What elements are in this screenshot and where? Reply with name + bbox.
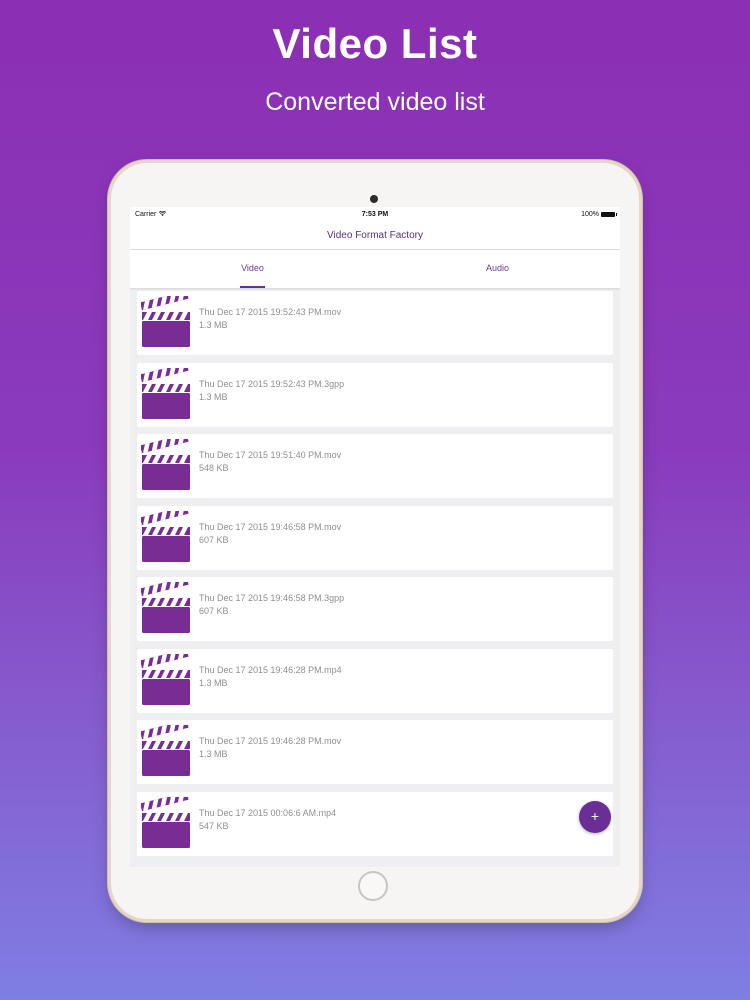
- video-file-size: 1.3 MB: [199, 749, 228, 759]
- app-screen: Carrier 7:53 PM 100% Video Format Factor…: [130, 207, 620, 867]
- home-button[interactable]: [358, 871, 388, 901]
- video-file-name: Thu Dec 17 2015 19:46:28 PM.mov: [199, 736, 342, 746]
- video-file-name: Thu Dec 17 2015 19:52:43 PM.mov: [199, 307, 342, 317]
- clapperboard-icon: [140, 362, 191, 420]
- hero-subtitle: Converted video list: [265, 88, 485, 116]
- camera-dot: [370, 195, 378, 203]
- tab-bar: Video Audio: [130, 250, 620, 288]
- video-file-size: 547 KB: [199, 820, 229, 831]
- video-file-size: 1.3 MB: [199, 320, 228, 330]
- clapperboard-icon: [140, 719, 191, 777]
- plus-icon: +: [590, 808, 600, 824]
- status-time: 7:53 PM: [361, 211, 389, 218]
- video-list-item[interactable]: Thu Dec 17 2015 19:46:28 PM.mp4 1.3 MB: [137, 648, 613, 713]
- video-file-size: 548 KB: [199, 463, 229, 473]
- add-button[interactable]: +: [579, 801, 611, 833]
- video-file-name: Thu Dec 17 2015 19:46:58 PM.mov: [199, 521, 342, 532]
- video-file-name: Thu Dec 17 2015 19:52:43 PM.3gpp: [199, 378, 345, 389]
- navigation-bar: Video Format Factory: [130, 223, 620, 250]
- video-file-size: 607 KB: [199, 606, 229, 616]
- video-list-item[interactable]: Thu Dec 17 2015 19:51:40 PM.mov 548 KB: [137, 433, 613, 498]
- video-list-item[interactable]: Thu Dec 17 2015 00:06:6 AM.mp4 547 KB: [137, 791, 613, 856]
- tab-audio[interactable]: Audio: [375, 250, 620, 288]
- clapperboard-icon: [140, 505, 191, 563]
- video-list-item[interactable]: Thu Dec 17 2015 19:52:43 PM.mov 1.3 MB: [137, 290, 613, 355]
- clapperboard-icon: [140, 433, 191, 491]
- video-list-item[interactable]: Thu Dec 17 2015 19:46:28 PM.mov 1.3 MB: [137, 719, 613, 784]
- clapperboard-icon: [140, 290, 191, 348]
- tablet-device: Carrier 7:53 PM 100% Video Format Factor…: [111, 163, 639, 919]
- battery-percent: 100%: [581, 211, 599, 218]
- status-bar: Carrier 7:53 PM 100%: [130, 207, 620, 223]
- video-file-name: Thu Dec 17 2015 19:46:28 PM.mp4: [199, 664, 342, 675]
- video-list-item[interactable]: Thu Dec 17 2015 19:52:43 PM.3gpp 1.3 MB: [137, 362, 613, 427]
- video-list-item[interactable]: Thu Dec 17 2015 19:46:58 PM.3gpp 607 KB: [137, 576, 613, 641]
- clapperboard-icon: [140, 576, 191, 634]
- clapperboard-icon: [140, 791, 191, 849]
- battery-icon: [601, 212, 617, 217]
- video-file-size: 607 KB: [199, 534, 229, 545]
- hero-title: Video List: [272, 20, 478, 67]
- clapperboard-icon: [140, 648, 191, 706]
- video-list-item[interactable]: Thu Dec 17 2015 19:46:58 PM.mov 607 KB: [137, 505, 613, 570]
- video-file-name: Thu Dec 17 2015 19:46:58 PM.3gpp: [199, 593, 345, 603]
- video-file-size: 1.3 MB: [199, 391, 228, 402]
- tab-selected-indicator: [240, 286, 265, 288]
- nav-title: Video Format Factory: [327, 230, 423, 241]
- video-file-name: Thu Dec 17 2015 00:06:6 AM.mp4: [199, 807, 337, 818]
- video-file-size: 1.3 MB: [199, 677, 228, 688]
- video-file-name: Thu Dec 17 2015 19:51:40 PM.mov: [199, 450, 342, 460]
- status-battery: 100%: [581, 211, 617, 218]
- tab-video[interactable]: Video: [130, 250, 375, 288]
